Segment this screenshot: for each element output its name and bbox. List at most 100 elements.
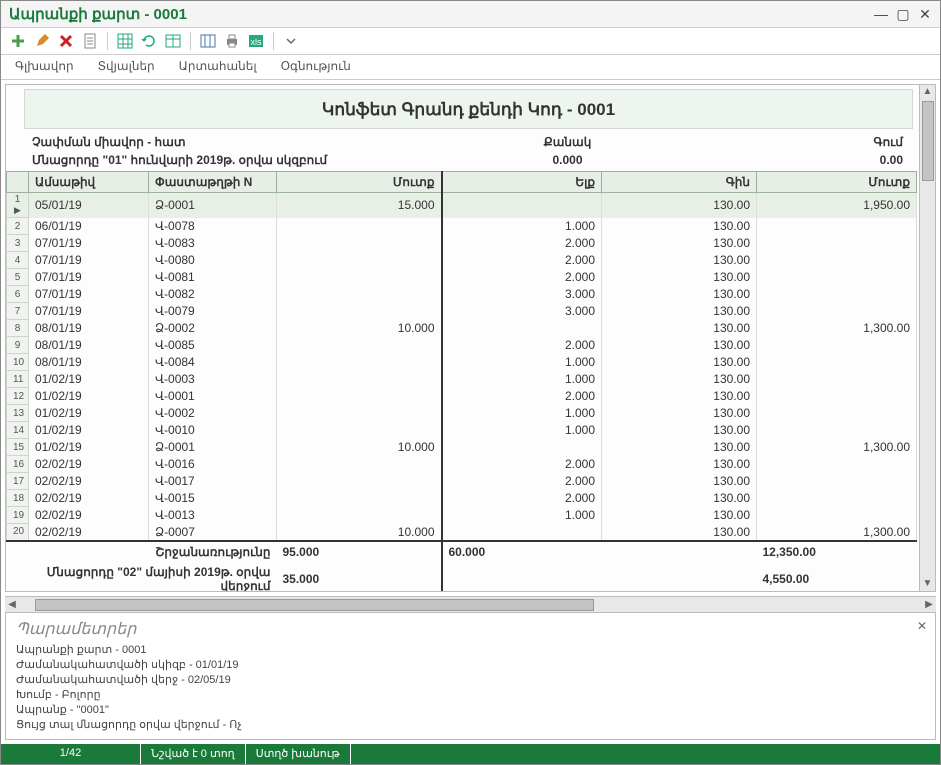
cell-price: 130.00 — [602, 193, 757, 218]
cell-date: 02/02/19 — [29, 490, 149, 507]
qty-header: Քանակ — [342, 135, 793, 149]
row-index: 19 — [7, 507, 29, 524]
svg-text:xls: xls — [251, 37, 262, 47]
row-index: 20 — [7, 524, 29, 541]
cell-out: 2.000 — [442, 235, 602, 252]
refresh-icon[interactable] — [140, 32, 158, 50]
hdr-price[interactable]: Գին — [602, 172, 757, 193]
row-index: 7 — [7, 303, 29, 320]
table-row[interactable]: 6 07/01/19Վ-00823.000130.00 — [7, 286, 917, 303]
table-row[interactable]: 19 02/02/19Վ-00131.000130.00 — [7, 507, 917, 524]
table-row[interactable]: 14 01/02/19Վ-00101.000130.00 — [7, 422, 917, 439]
cell-price: 130.00 — [602, 405, 757, 422]
table-row[interactable]: 13 01/02/19Վ-00021.000130.00 — [7, 405, 917, 422]
export-excel-icon[interactable]: xls — [247, 32, 265, 50]
param-line: Ժամանակահատվածի վերջ - 02/05/19 — [16, 673, 925, 688]
table-row[interactable]: 12 01/02/19Վ-00012.000130.00 — [7, 388, 917, 405]
row-index: 2 — [7, 218, 29, 235]
table-row[interactable]: 1 ▶05/01/19Ձ-000115.000130.001,950.00 — [7, 193, 917, 218]
table-row[interactable]: 16 02/02/19Վ-00162.000130.00 — [7, 456, 917, 473]
hdr-in[interactable]: Մուտք — [277, 172, 442, 193]
document-icon[interactable] — [81, 32, 99, 50]
cell-in: 15.000 — [277, 193, 442, 218]
cell-in — [277, 405, 442, 422]
cell-doc: Ձ-0007 — [149, 524, 277, 541]
separator — [273, 32, 274, 50]
cell-doc: Վ-0003 — [149, 371, 277, 388]
cell-price: 130.00 — [602, 473, 757, 490]
table-row[interactable]: 20 02/02/19Ձ-000710.000130.001,300.00 — [7, 524, 917, 541]
cell-date: 07/01/19 — [29, 252, 149, 269]
delete-icon[interactable] — [57, 32, 75, 50]
table-row[interactable]: 4 07/01/19Վ-00802.000130.00 — [7, 252, 917, 269]
menu-data[interactable]: Տվյալներ — [98, 59, 155, 73]
columns-icon[interactable] — [199, 32, 217, 50]
hdr-date[interactable]: Ամսաթիվ — [29, 172, 149, 193]
row-index: 12 — [7, 388, 29, 405]
window-controls: — ▢ ✕ — [874, 6, 932, 23]
scroll-thumb[interactable] — [922, 101, 934, 181]
scroll-right-icon[interactable]: ▶ — [922, 599, 936, 610]
table-icon[interactable] — [164, 32, 182, 50]
table-row[interactable]: 17 02/02/19Վ-00172.000130.00 — [7, 473, 917, 490]
row-index: 13 — [7, 405, 29, 422]
hdr-amt[interactable]: Մուտք — [757, 172, 917, 193]
row-index: 8 — [7, 320, 29, 337]
qty-start: 0.000 — [342, 153, 793, 167]
cell-price: 130.00 — [602, 439, 757, 456]
cell-amt: 1,300.00 — [757, 320, 917, 337]
cell-doc: Վ-0081 — [149, 269, 277, 286]
row-index: 15 — [7, 439, 29, 456]
table-row[interactable]: 10 08/01/19Վ-00841.000130.00 — [7, 354, 917, 371]
scroll-thumb-h[interactable] — [35, 599, 594, 611]
table-row[interactable]: 7 07/01/19Վ-00793.000130.00 — [7, 303, 917, 320]
close-button[interactable]: ✕ — [918, 6, 932, 23]
scroll-left-icon[interactable]: ◀ — [5, 599, 19, 610]
cell-doc: Ձ-0001 — [149, 193, 277, 218]
panel-close-icon[interactable]: ✕ — [917, 619, 927, 633]
edit-icon[interactable] — [33, 32, 51, 50]
status-place: Ստղծ խանութ — [246, 744, 351, 764]
table-row[interactable]: 2 06/01/19Վ-00781.000130.00 — [7, 218, 917, 235]
dropdown-icon[interactable] — [282, 32, 300, 50]
minimize-button[interactable]: — — [874, 6, 888, 23]
cell-doc: Վ-0002 — [149, 405, 277, 422]
parameters-panel: ✕ Պարամետրեր Ապրանքի քարտ - 0001 Ժամանակ… — [5, 612, 936, 740]
cell-in — [277, 422, 442, 439]
print-icon[interactable] — [223, 32, 241, 50]
hdr-out[interactable]: Ելք — [442, 172, 602, 193]
cell-out: 2.000 — [442, 490, 602, 507]
end-balance-in: 35.000 — [277, 562, 442, 593]
grid-icon[interactable] — [116, 32, 134, 50]
end-balance-row: Մնացորդը "02" մայիսի 2019թ. օրվա վերջում… — [7, 562, 917, 593]
window-title: Ապրանքի քարտ - 0001 — [9, 5, 187, 23]
cell-date: 07/01/19 — [29, 303, 149, 320]
cell-out: 2.000 — [442, 252, 602, 269]
table-row[interactable]: 3 07/01/19Վ-00832.000130.00 — [7, 235, 917, 252]
cell-date: 02/02/19 — [29, 456, 149, 473]
cell-date: 01/02/19 — [29, 388, 149, 405]
table-row[interactable]: 15 01/02/19Ձ-000110.000130.001,300.00 — [7, 439, 917, 456]
param-line: Ապրանքի քարտ - 0001 — [16, 643, 925, 658]
cell-amt: 1,950.00 — [757, 193, 917, 218]
cell-in: 10.000 — [277, 524, 442, 541]
table-row[interactable]: 11 01/02/19Վ-00031.000130.00 — [7, 371, 917, 388]
vertical-scrollbar[interactable]: ▲ ▼ — [919, 85, 935, 591]
cell-doc: Ձ-0002 — [149, 320, 277, 337]
scroll-down-icon[interactable]: ▼ — [923, 577, 933, 591]
table-row[interactable]: 18 02/02/19Վ-00152.000130.00 — [7, 490, 917, 507]
add-icon[interactable] — [9, 32, 27, 50]
maximize-button[interactable]: ▢ — [896, 6, 910, 23]
menu-export[interactable]: Արտահանել — [179, 59, 257, 73]
menu-main[interactable]: Գլխավոր — [15, 59, 74, 73]
cell-date: 02/02/19 — [29, 524, 149, 541]
scroll-up-icon[interactable]: ▲ — [923, 85, 933, 99]
table-row[interactable]: 5 07/01/19Վ-00812.000130.00 — [7, 269, 917, 286]
table-row[interactable]: 8 08/01/19Ձ-000210.000130.001,300.00 — [7, 320, 917, 337]
hdr-doc[interactable]: Փաստաթղթի N — [149, 172, 277, 193]
cell-amt — [757, 422, 917, 439]
table-row[interactable]: 9 08/01/19Վ-00852.000130.00 — [7, 337, 917, 354]
menu-help[interactable]: Օգնություն — [281, 59, 351, 73]
cell-amt — [757, 269, 917, 286]
horizontal-scrollbar[interactable]: ◀ ▶ — [5, 596, 936, 612]
